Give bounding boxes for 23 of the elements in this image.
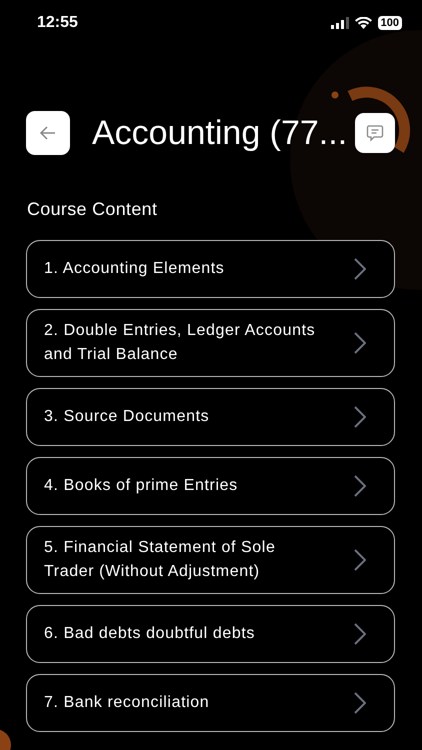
lesson-item[interactable]: 1. Accounting Elements bbox=[26, 240, 395, 298]
chevron-right-icon bbox=[354, 549, 366, 571]
lesson-item[interactable]: 6. Bad debts doubtful debts bbox=[26, 605, 395, 663]
section-title: Course Content bbox=[27, 199, 158, 220]
chevron-right-icon bbox=[354, 623, 366, 645]
lesson-item[interactable]: 2. Double Entries, Ledger Accounts and Trial Balance bbox=[26, 309, 395, 377]
battery-level: 100 bbox=[378, 16, 402, 30]
wifi-icon bbox=[354, 17, 372, 29]
chat-button[interactable] bbox=[355, 113, 395, 153]
lesson-item[interactable]: 5. Financial Statement of Sole Trader (Without Adjustment) bbox=[26, 526, 395, 594]
signal-icon bbox=[330, 17, 349, 29]
chevron-right-icon bbox=[354, 692, 366, 714]
back-button[interactable] bbox=[26, 111, 70, 155]
chat-icon bbox=[366, 124, 384, 142]
chevron-right-icon bbox=[354, 258, 366, 280]
lesson-item[interactable]: 4. Books of prime Entries bbox=[26, 457, 395, 515]
chevron-right-icon bbox=[354, 332, 366, 354]
page-title: Accounting (77... bbox=[92, 114, 348, 152]
chevron-right-icon bbox=[354, 475, 366, 497]
status-time: 12:55 bbox=[37, 14, 78, 32]
lesson-item[interactable]: 7. Bank reconciliation bbox=[26, 674, 395, 732]
chevron-right-icon bbox=[354, 406, 366, 428]
lesson-item[interactable]: 3. Source Documents bbox=[26, 388, 395, 446]
